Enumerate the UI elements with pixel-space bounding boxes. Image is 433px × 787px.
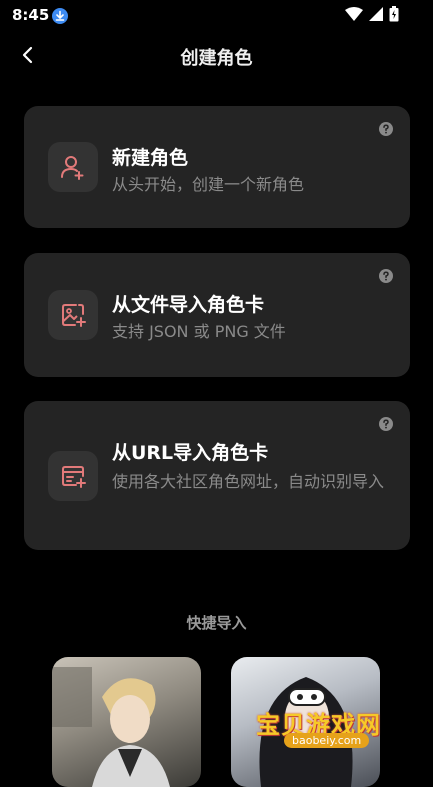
- help-icon[interactable]: [379, 417, 393, 431]
- status-time: 8:45: [12, 6, 50, 24]
- card-icon-container: [48, 142, 98, 192]
- signal-icon: [369, 7, 383, 21]
- watermark-url: baobeiy.com: [284, 733, 370, 748]
- card-subtitle: 使用各大社区角色网址，自动识别导入: [112, 472, 385, 491]
- add-user-icon: [61, 156, 84, 180]
- import-url-card[interactable]: 从URL导入角色卡 使用各大社区角色网址，自动识别导入: [24, 401, 410, 550]
- status-bar: 8:45: [0, 0, 433, 30]
- quick-import-label: 快捷导入: [186, 614, 247, 632]
- watermark: 宝贝游戏网 baobeiy.com: [256, 705, 406, 755]
- quick-import-character-1[interactable]: [52, 657, 201, 787]
- browser-add-icon: [62, 466, 86, 488]
- card-icon-container: [48, 451, 98, 501]
- card-subtitle: 支持 JSON 或 PNG 文件: [112, 322, 286, 341]
- help-icon[interactable]: [379, 122, 393, 136]
- new-character-card[interactable]: 新建角色 从头开始，创建一个新角色: [24, 106, 410, 228]
- page-title: 创建角色: [180, 48, 253, 69]
- character-portrait-image: [52, 667, 170, 787]
- image-add-icon: [62, 304, 86, 327]
- battery-icon: [389, 6, 399, 22]
- card-icon-container: [48, 290, 98, 340]
- card-title: 新建角色: [112, 147, 189, 169]
- card-title: 从文件导入角色卡: [112, 294, 265, 316]
- status-icons: [345, 6, 399, 22]
- help-icon[interactable]: [379, 269, 393, 283]
- download-icon: [52, 8, 68, 24]
- card-title: 从URL导入角色卡: [112, 442, 269, 464]
- wifi-icon: [345, 7, 363, 21]
- import-file-card[interactable]: 从文件导入角色卡 支持 JSON 或 PNG 文件: [24, 253, 410, 377]
- card-subtitle: 从头开始，创建一个新角色: [112, 175, 305, 194]
- top-bar: 创建角色: [0, 38, 433, 74]
